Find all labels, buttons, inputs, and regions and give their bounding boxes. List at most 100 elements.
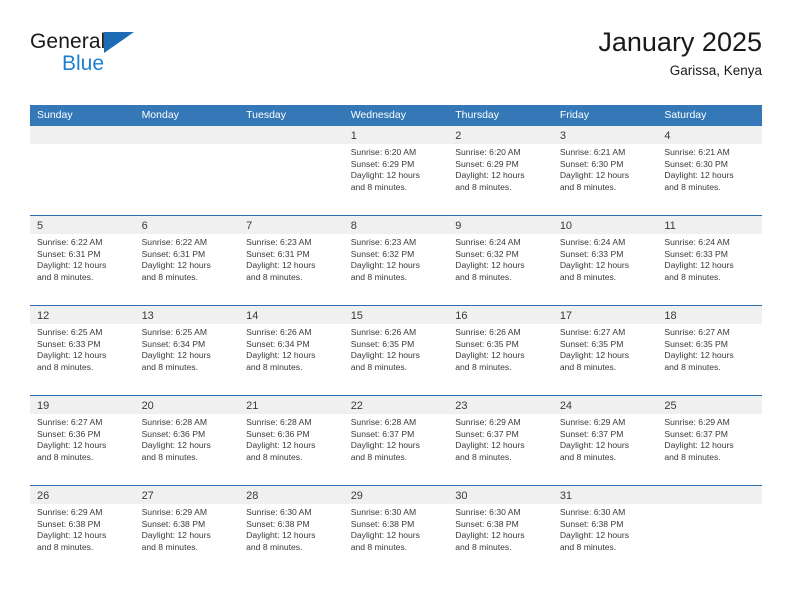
calendar-day-cell-7[interactable]: 7 Sunrise: 6:23 AM Sunset: 6:31 PM Daylight… [239,216,344,305]
calendar-day-cell-16[interactable]: 16 Sunrise: 6:26 AM Sunset: 6:35 PM Dayligh… [448,306,553,395]
day-number-band: 2 [448,126,553,144]
day-of-week-header-saturday: Saturday [664,109,707,121]
calendar-page: General Blue January 2025 Garissa, Kenya… [0,0,792,612]
day-detail-line: Sunrise: 6:23 AM [350,237,417,247]
day-details: Sunrise: 6:30 AM Sunset: 6:38 PM Daylight:… [344,504,449,553]
calendar-week-row: 12 Sunrise: 6:25 AM Sunset: 6:33 PM Dayligh… [30,305,762,395]
calendar-day-cell-4[interactable]: 4 Sunrise: 6:21 AM Sunset: 6:30 PM Daylight… [657,126,762,215]
day-detail-line: Sunset: 6:37 PM [559,428,624,439]
day-number: 26 [37,490,50,502]
general-blue-logo[interactable]: General Blue [30,30,150,86]
calendar-day-cell-26[interactable]: 26 Sunrise: 6:29 AM Sunset: 6:38 PM Dayligh… [30,486,135,575]
day-number-band: 12 [30,306,135,324]
calendar-day-cell-20[interactable]: 20 Sunrise: 6:28 AM Sunset: 6:36 PM Dayligh… [134,396,240,485]
day-detail-line: Daylight: 12 hours [350,170,420,181]
day-details: Sunrise: 6:27 AM Sunset: 6:36 PM Daylight:… [30,414,135,463]
day-detail-line: and 8 minutes. [246,451,303,462]
day-detail-line: Sunrise: 6:20 AM [350,147,417,157]
day-detail-line: and 8 minutes. [141,361,198,372]
calendar-day-cell-11[interactable]: 11 Sunrise: 6:24 AM Sunset: 6:33 PM Dayligh… [657,216,762,305]
day-number: 14 [246,310,259,322]
calendar-day-cell-22[interactable]: 22 Sunrise: 6:28 AM Sunset: 6:37 PM Dayligh… [343,396,449,485]
day-details: Sunrise: 6:29 AM Sunset: 6:38 PM Daylight:… [30,504,135,553]
day-detail-line: Sunrise: 6:30 AM [350,507,417,517]
calendar-day-cell-15[interactable]: 15 Sunrise: 6:26 AM Sunset: 6:35 PM Dayligh… [343,306,449,395]
calendar-day-cell-27[interactable]: 27 Sunrise: 6:29 AM Sunset: 6:38 PM Dayligh… [134,486,240,575]
calendar-day-cell-29[interactable]: 29 Sunrise: 6:30 AM Sunset: 6:38 PM Dayligh… [343,486,449,575]
day-number-band: 21 [239,396,344,414]
calendar-day-cell-14[interactable]: 14 Sunrise: 6:26 AM Sunset: 6:34 PM Dayligh… [239,306,344,395]
day-detail-line: Sunrise: 6:29 AM [141,507,208,517]
day-details: Sunrise: 6:20 AM Sunset: 6:29 PM Daylight:… [344,144,449,193]
calendar-day-cell-18[interactable]: 18 Sunrise: 6:27 AM Sunset: 6:35 PM Dayligh… [657,306,762,395]
day-detail-line: and 8 minutes. [350,181,408,192]
day-detail-line: and 8 minutes. [455,271,512,282]
day-detail-line: Sunrise: 6:30 AM [559,507,626,517]
day-detail-line: and 8 minutes. [350,271,408,282]
calendar-day-cell-19[interactable]: 19 Sunrise: 6:27 AM Sunset: 6:36 PM Dayligh… [30,396,135,485]
calendar-day-cell-30[interactable]: 30 Sunrise: 6:30 AM Sunset: 6:38 PM Dayligh… [448,486,553,575]
day-number: 24 [559,400,573,412]
day-number-band: 23 [448,396,553,414]
day-detail-line: Sunrise: 6:26 AM [455,327,521,337]
day-detail-line: Sunrise: 6:23 AM [246,237,312,247]
calendar-day-cell-21[interactable]: 21 Sunrise: 6:28 AM Sunset: 6:36 PM Dayligh… [239,396,344,485]
calendar-day-cell-31[interactable]: 31 Sunrise: 6:30 AM Sunset: 6:38 PM Dayligh… [552,486,658,575]
day-detail-line: Daylight: 12 hours [559,440,630,451]
day-detail-line: and 8 minutes. [559,361,617,372]
day-detail-line: Sunrise: 6:24 AM [559,237,626,247]
day-number: 31 [559,490,573,502]
calendar-day-cell-3[interactable]: 3 Sunrise: 6:21 AM Sunset: 6:30 PM Daylight… [552,126,658,215]
calendar-day-cell-8[interactable]: 8 Sunrise: 6:23 AM Sunset: 6:32 PM Daylight… [343,216,449,305]
day-detail-line: Sunset: 6:29 PM [350,158,415,169]
day-detail-line: and 8 minutes. [350,541,408,552]
day-detail-line: and 8 minutes. [559,181,617,192]
day-details: Sunrise: 6:29 AM Sunset: 6:37 PM Daylight:… [448,414,553,463]
day-number: 20 [141,400,154,412]
day-number: 22 [350,400,363,412]
day-number-band: 30 [448,486,553,504]
day-number-band: 9 [448,216,553,234]
day-detail-line: Sunset: 6:34 PM [141,338,206,349]
logo-text-blue: Blue [62,52,105,75]
day-details: Sunrise: 6:28 AM Sunset: 6:36 PM Daylight:… [135,414,240,463]
day-number: 30 [455,490,468,502]
calendar-day-cell-17[interactable]: 17 Sunrise: 6:27 AM Sunset: 6:35 PM Dayligh… [552,306,658,395]
day-details: Sunrise: 6:24 AM Sunset: 6:33 PM Daylight:… [657,234,762,283]
calendar-day-cell-12[interactable]: 12 Sunrise: 6:25 AM Sunset: 6:33 PM Dayligh… [30,306,135,395]
calendar-day-cell-5[interactable]: 5 Sunrise: 6:22 AM Sunset: 6:31 PM Daylight… [30,216,135,305]
day-of-week-header-tuesday: Tuesday [246,109,287,121]
day-of-week-header-row: Sunday Monday Tuesday Wednesday Thursday Frid… [30,105,762,126]
day-detail-line: Sunset: 6:33 PM [559,248,624,259]
title-block: January 2025 Garissa, Kenya [598,26,762,80]
calendar-day-cell-1[interactable]: 1 Sunrise: 6:20 AM Sunset: 6:29 PM Daylight… [343,126,449,215]
day-detail-line: Sunrise: 6:27 AM [37,417,103,427]
day-of-week-header-thursday: Thursday [455,109,500,121]
day-detail-line: and 8 minutes. [37,451,94,462]
day-number-band: 27 [134,486,240,504]
calendar-week-row: 5 Sunrise: 6:22 AM Sunset: 6:31 PM Daylight… [30,215,762,305]
day-details: Sunrise: 6:25 AM Sunset: 6:34 PM Daylight:… [135,324,240,373]
day-detail-line: Sunrise: 6:28 AM [350,417,417,427]
day-detail-line: Daylight: 12 hours [664,170,734,181]
calendar-day-cell-6[interactable]: 6 Sunrise: 6:22 AM Sunset: 6:31 PM Daylight… [134,216,240,305]
calendar-day-cell-2[interactable]: 2 Sunrise: 6:20 AM Sunset: 6:29 PM Daylight… [448,126,553,215]
calendar-day-cell-13[interactable]: 13 Sunrise: 6:25 AM Sunset: 6:34 PM Dayligh… [134,306,240,395]
day-detail-line: Daylight: 12 hours [37,530,107,541]
day-detail-line: Sunrise: 6:26 AM [350,327,417,337]
day-details: Sunrise: 6:28 AM Sunset: 6:37 PM Daylight:… [344,414,449,463]
day-number-band: 22 [343,396,449,414]
day-detail-line: Daylight: 12 hours [559,260,630,271]
day-detail-line: Sunrise: 6:21 AM [664,147,730,157]
calendar-day-cell-empty [134,126,240,215]
calendar-day-cell-9[interactable]: 9 Sunrise: 6:24 AM Sunset: 6:32 PM Daylight… [448,216,553,305]
calendar-day-cell-28[interactable]: 28 Sunrise: 6:30 AM Sunset: 6:38 PM Dayligh… [239,486,344,575]
day-detail-line: Daylight: 12 hours [141,530,211,541]
calendar-day-cell-23[interactable]: 23 Sunrise: 6:29 AM Sunset: 6:37 PM Dayligh… [448,396,553,485]
day-detail-line: Sunset: 6:38 PM [350,518,415,529]
calendar-day-cell-24[interactable]: 24 Sunrise: 6:29 AM Sunset: 6:37 PM Dayligh… [552,396,658,485]
calendar-day-cell-25[interactable]: 25 Sunrise: 6:29 AM Sunset: 6:37 PM Dayligh… [657,396,762,485]
calendar-day-cell-10[interactable]: 10 Sunrise: 6:24 AM Sunset: 6:33 PM Dayligh… [552,216,658,305]
day-details: Sunrise: 6:25 AM Sunset: 6:33 PM Daylight:… [30,324,135,373]
day-detail-line: Sunrise: 6:22 AM [37,237,103,247]
